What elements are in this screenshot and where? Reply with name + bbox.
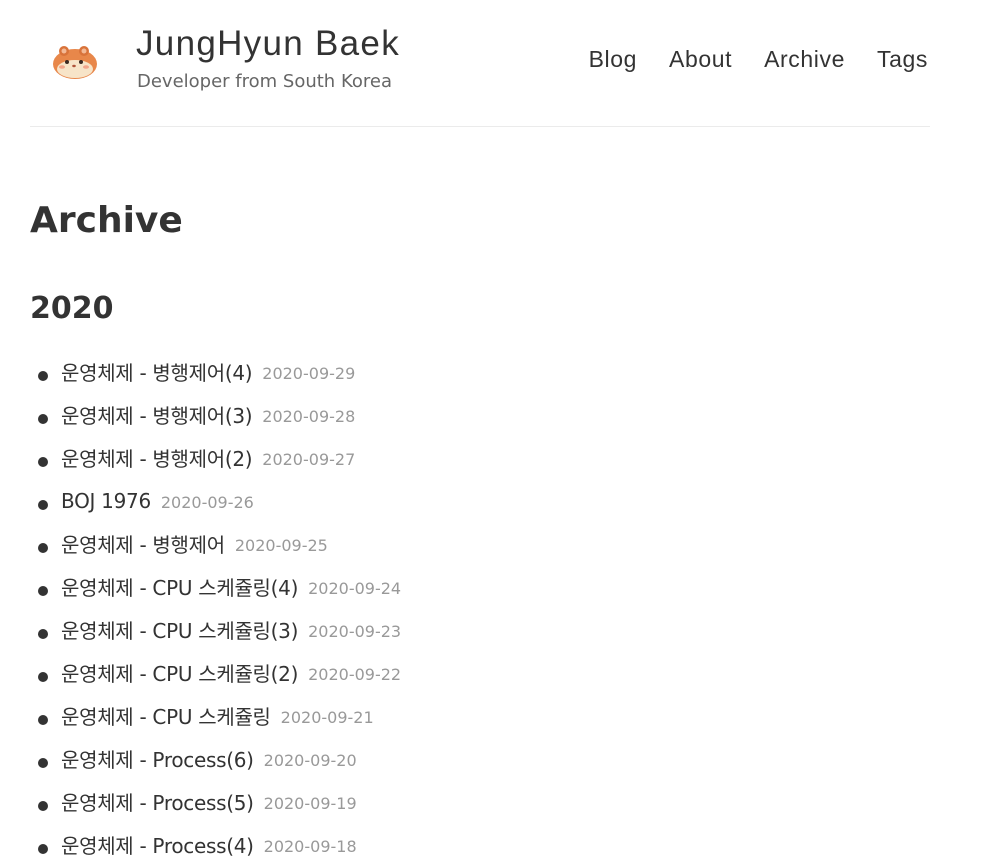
page-title: Archive <box>30 200 183 241</box>
year-heading: 2020 <box>30 291 114 326</box>
bullet-icon <box>38 457 48 467</box>
post-link[interactable]: 운영체제 - Process(6) <box>61 744 254 773</box>
bullet-icon <box>38 543 48 553</box>
post-list: 운영체제 - 병행제어(4) 2020-09-29 운영체제 - 병행제어(3)… <box>38 350 401 866</box>
post-link[interactable]: 운영체제 - CPU 스케쥴링(3) <box>61 615 298 644</box>
post-date: 2020-09-21 <box>280 708 374 727</box>
list-item: BOJ 1976 2020-09-26 <box>38 479 401 522</box>
site-title[interactable]: JungHyun Baek <box>136 24 400 64</box>
post-link[interactable]: 운영체제 - 병행제어(3) <box>61 400 253 429</box>
post-date: 2020-09-20 <box>263 751 357 770</box>
bullet-icon <box>38 629 48 639</box>
post-link[interactable]: 운영체제 - Process(5) <box>61 787 254 816</box>
post-link[interactable]: 운영체제 - CPU 스케쥴링 <box>61 701 271 730</box>
post-date: 2020-09-29 <box>262 364 356 383</box>
list-item: 운영체제 - CPU 스케쥴링(3) 2020-09-23 <box>38 608 401 651</box>
bullet-icon <box>38 414 48 424</box>
site-description: Developer from South Korea <box>137 71 392 92</box>
post-date: 2020-09-23 <box>308 622 402 641</box>
post-link[interactable]: 운영체제 - 병행제어 <box>61 529 225 558</box>
bullet-icon <box>38 500 48 510</box>
hamster-logo-icon[interactable] <box>50 38 100 82</box>
list-item: 운영체제 - CPU 스케쥴링(2) 2020-09-22 <box>38 651 401 694</box>
nav-item-blog[interactable]: Blog <box>589 44 637 74</box>
nav-item-about[interactable]: About <box>669 44 732 74</box>
post-link[interactable]: 운영체제 - Process(4) <box>61 830 254 859</box>
bullet-icon <box>38 801 48 811</box>
post-link[interactable]: 운영체제 - CPU 스케쥴링(4) <box>61 572 298 601</box>
post-date: 2020-09-22 <box>308 665 402 684</box>
list-item: 운영체제 - 병행제어(4) 2020-09-29 <box>38 350 401 393</box>
site-header: JungHyun Baek Developer from South Korea… <box>30 0 930 127</box>
bullet-icon <box>38 758 48 768</box>
post-date: 2020-09-18 <box>263 837 357 856</box>
post-date: 2020-09-24 <box>308 579 402 598</box>
nav-item-tags[interactable]: Tags <box>877 44 928 74</box>
post-date: 2020-09-27 <box>262 450 356 469</box>
bullet-icon <box>38 844 48 854</box>
bullet-icon <box>38 586 48 596</box>
list-item: 운영체제 - 병행제어(2) 2020-09-27 <box>38 436 401 479</box>
list-item: 운영체제 - Process(6) 2020-09-20 <box>38 737 401 780</box>
nav-item-archive[interactable]: Archive <box>764 44 845 74</box>
list-item: 운영체제 - 병행제어(3) 2020-09-28 <box>38 393 401 436</box>
bullet-icon <box>38 672 48 682</box>
bullet-icon <box>38 715 48 725</box>
bullet-icon <box>38 371 48 381</box>
post-date: 2020-09-28 <box>262 407 356 426</box>
list-item: 운영체제 - Process(4) 2020-09-18 <box>38 823 401 866</box>
post-link[interactable]: BOJ 1976 <box>61 489 151 513</box>
post-date: 2020-09-25 <box>234 536 328 555</box>
list-item: 운영체제 - CPU 스케쥴링(4) 2020-09-24 <box>38 565 401 608</box>
list-item: 운영체제 - Process(5) 2020-09-19 <box>38 780 401 823</box>
main-nav: Blog About Archive Tags <box>589 44 928 74</box>
post-date: 2020-09-19 <box>263 794 357 813</box>
post-link[interactable]: 운영체제 - 병행제어(2) <box>61 443 253 472</box>
list-item: 운영체제 - CPU 스케쥴링 2020-09-21 <box>38 694 401 737</box>
post-date: 2020-09-26 <box>160 493 254 512</box>
list-item: 운영체제 - 병행제어 2020-09-25 <box>38 522 401 565</box>
post-link[interactable]: 운영체제 - 병행제어(4) <box>61 357 253 386</box>
post-link[interactable]: 운영체제 - CPU 스케쥴링(2) <box>61 658 298 687</box>
